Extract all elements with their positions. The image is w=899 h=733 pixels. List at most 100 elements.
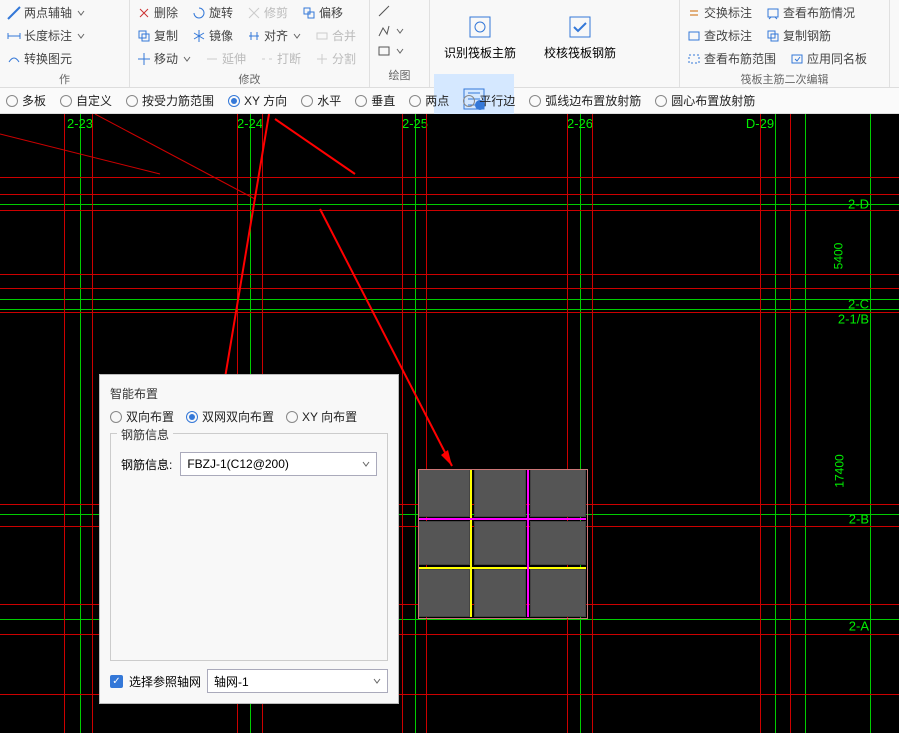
label: 打断: [277, 50, 301, 67]
axis-label: 2-24: [237, 116, 263, 131]
extend-icon: [205, 52, 219, 66]
structure-line: [0, 210, 899, 211]
dimension-label: 17400: [832, 454, 846, 487]
radio-two-points[interactable]: 两点: [409, 92, 449, 109]
rotate-button[interactable]: 旋转: [189, 2, 236, 23]
radio-multi-board[interactable]: 多板: [6, 92, 46, 109]
offset-button[interactable]: 偏移: [299, 2, 346, 23]
rebar-cell: [474, 569, 526, 617]
radio-xy-direction[interactable]: XY 方向: [228, 92, 287, 109]
label: 偏移: [319, 4, 343, 21]
label: 长度标注: [24, 27, 72, 44]
label: 垂直: [371, 92, 395, 109]
move-icon: [137, 52, 151, 66]
label: 复制: [154, 27, 178, 44]
label: 平行边: [479, 92, 515, 109]
radio-arc-edge-radial[interactable]: 弧线边布置放射筋: [529, 92, 641, 109]
dimension-icon: [7, 29, 21, 43]
label: 两点辅轴: [24, 4, 72, 21]
move-button[interactable]: 移动: [134, 48, 194, 69]
trim-button[interactable]: 修剪: [244, 2, 291, 23]
smart-placement-panel: 智能布置 双向布置 双网双向布置 XY 向布置 钢筋信息 钢筋信息: FBZJ-…: [99, 374, 399, 704]
structure-line: [760, 114, 761, 733]
break-button[interactable]: 打断: [257, 48, 304, 69]
radio-vertical[interactable]: 垂直: [355, 92, 395, 109]
chevron-down-icon: [396, 27, 404, 35]
view-rebar-situation[interactable]: 查看布筋情况: [763, 2, 858, 23]
reference-grid-checkbox[interactable]: ✓: [110, 675, 123, 688]
radio-center-radial[interactable]: 圆心布置放射筋: [655, 92, 755, 109]
label: 多板: [22, 92, 46, 109]
axis-line: [580, 114, 581, 733]
copy-rebar-icon: [766, 29, 780, 43]
label: XY 向布置: [302, 408, 357, 425]
copy-rebar[interactable]: 复制钢筋: [763, 25, 834, 46]
mirror-button[interactable]: 镜像: [189, 25, 236, 46]
structure-line: [0, 288, 899, 289]
radio-xy-placement[interactable]: XY 向布置: [286, 408, 357, 425]
polyline-icon: [377, 24, 391, 38]
radio-icon: [110, 411, 122, 423]
trim-icon: [247, 6, 261, 20]
apply-same-board[interactable]: 应用同名板: [787, 48, 870, 69]
combo-value: FBZJ-1(C12@200): [187, 457, 289, 471]
label: 按受力筋范围: [142, 92, 214, 109]
draw-polyline[interactable]: [374, 22, 407, 40]
axis-label: 2-A: [849, 619, 869, 634]
rebar-cell: [418, 521, 470, 565]
radio-horizontal[interactable]: 水平: [301, 92, 341, 109]
edit-annotation[interactable]: 查改标注: [684, 25, 755, 46]
label: 圆心布置放射筋: [671, 92, 755, 109]
panel-radio-group: 双向布置 双网双向布置 XY 向布置: [110, 408, 388, 425]
reference-grid-combo[interactable]: 轴网-1: [207, 669, 388, 693]
copy-icon: [137, 29, 151, 43]
swap-icon: [687, 6, 701, 20]
radio-parallel-edge[interactable]: 平行边: [463, 92, 515, 109]
chevron-down-icon: [77, 9, 85, 17]
draw-rect[interactable]: [374, 42, 407, 60]
structure-line: [0, 194, 899, 195]
draw-line[interactable]: [374, 2, 407, 20]
chevron-down-icon: [396, 47, 404, 55]
axis-line: [80, 114, 81, 733]
drawing-canvas[interactable]: 2-23 2-24 2-25 2-26 D-29 2-D 2-C 2-1/B 2…: [0, 114, 899, 733]
length-dimension[interactable]: 长度标注: [4, 25, 88, 46]
structure-line: [0, 274, 899, 275]
convert-entity[interactable]: 转换图元: [4, 48, 88, 69]
view-rebar-range[interactable]: 查看布筋范围: [684, 48, 779, 69]
align-button[interactable]: 对齐: [244, 25, 304, 46]
axis-label: 2-25: [402, 116, 428, 131]
label: 弧线边布置放射筋: [545, 92, 641, 109]
label: 自定义: [76, 92, 112, 109]
label: 对齐: [264, 27, 288, 44]
split-button[interactable]: 分割: [312, 48, 359, 69]
axis-line: [0, 204, 899, 205]
radio-by-force-range[interactable]: 按受力筋范围: [126, 92, 214, 109]
identify-raft-main-rebar[interactable]: 识别筏板主筋: [434, 2, 526, 72]
radio-double-net-bidir[interactable]: 双网双向布置: [186, 408, 274, 425]
extend-button[interactable]: 延伸: [202, 48, 249, 69]
axis-line: [415, 114, 416, 733]
label: 查看布筋范围: [704, 50, 776, 67]
structure-line: [64, 114, 65, 733]
apply-icon: [790, 52, 804, 66]
merge-button[interactable]: 合并: [312, 25, 359, 46]
structure-line: [402, 114, 403, 733]
copy-button[interactable]: 复制: [134, 25, 181, 46]
offset-icon: [302, 6, 316, 20]
axis-icon: [7, 6, 21, 20]
rebar-cell: [418, 569, 470, 617]
view-icon: [766, 6, 780, 20]
radio-bidir[interactable]: 双向布置: [110, 408, 174, 425]
label: 识别筏板主筋: [444, 44, 516, 61]
axis-line: [870, 114, 871, 733]
rebar-info-combo[interactable]: FBZJ-1(C12@200): [180, 452, 377, 476]
swap-annotation[interactable]: 交换标注: [684, 2, 755, 23]
radio-custom[interactable]: 自定义: [60, 92, 112, 109]
check-raft-rebar[interactable]: 校核筏板钢筋: [534, 2, 626, 72]
radio-icon: [60, 95, 72, 107]
radio-icon: [228, 95, 240, 107]
chevron-down-icon: [183, 55, 191, 63]
two-point-aux-axis[interactable]: 两点辅轴: [4, 2, 88, 23]
delete-button[interactable]: 删除: [134, 2, 181, 23]
